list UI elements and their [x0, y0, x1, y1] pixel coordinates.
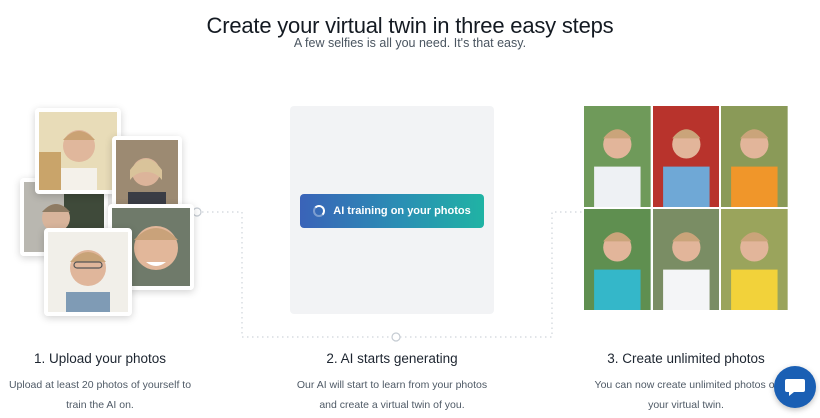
- step-3-description: You can now create unlimited photos of y…: [576, 375, 796, 415]
- selfie-photo: [44, 228, 132, 316]
- generated-photo: [584, 209, 651, 310]
- step-3-description-line: You can now create unlimited photos of: [594, 379, 778, 391]
- loading-spinner-icon: [313, 205, 326, 217]
- chat-bubble-icon: [785, 379, 805, 396]
- step-2-description: Our AI will start to learn from your pho…: [282, 375, 502, 415]
- step-1-description-line: Upload at least 20 photos of yourself to: [8, 379, 192, 391]
- ai-training-button[interactable]: AI training on your photos: [300, 194, 484, 228]
- generated-photos-grid: [584, 106, 788, 310]
- selfie-photo: [112, 136, 182, 214]
- step-1-title: 1. Upload your photos: [33, 351, 167, 366]
- page-subtitle: A few selfies is all you need. It's that…: [293, 36, 527, 50]
- step-3-title: 3. Create unlimited photos: [607, 351, 765, 366]
- step-2-description-line: Our AI will start to learn from your pho…: [296, 379, 488, 391]
- step-3-description-line: your virtual twin.: [648, 399, 724, 411]
- ai-training-button-label: AI training on your photos: [333, 205, 471, 217]
- selfie-photo: [35, 108, 121, 194]
- generated-photo: [652, 209, 720, 310]
- generated-photo: [721, 209, 788, 310]
- chat-widget-button[interactable]: [774, 366, 816, 408]
- step-2-title: 2. AI starts generating: [326, 351, 458, 366]
- generated-photo: [584, 106, 651, 207]
- generated-photo: [652, 106, 720, 207]
- generated-photo: [721, 106, 788, 207]
- step-1-description: Upload at least 20 photos of yourself to…: [0, 375, 210, 415]
- page-title: Create your virtual twin in three easy s…: [206, 12, 614, 38]
- step-1-description-line: train the AI on.: [66, 399, 134, 411]
- step-2-description-line: and create a virtual twin of you.: [319, 399, 465, 411]
